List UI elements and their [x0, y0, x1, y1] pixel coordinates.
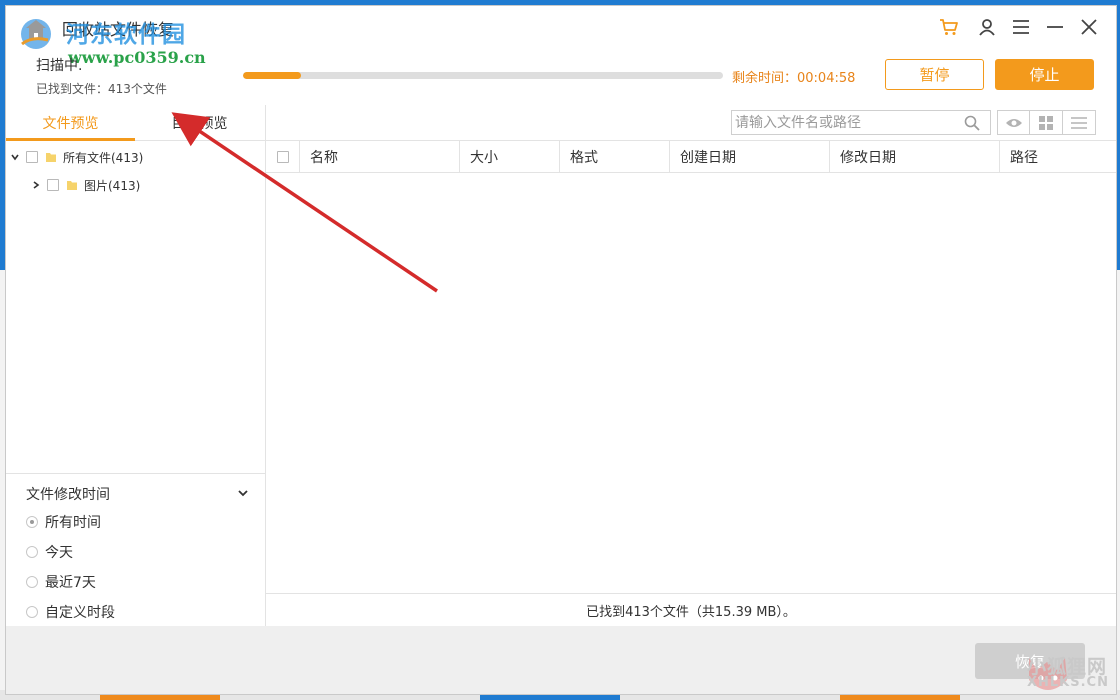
watermark-url: www.pc0359.cn: [68, 48, 206, 67]
scan-status: 扫描中.: [36, 55, 82, 75]
column-path[interactable]: 路径: [1000, 141, 1116, 172]
toolbar: [266, 105, 1116, 140]
filter-option-all-time[interactable]: 所有时间: [26, 512, 101, 532]
app-logo-icon: [18, 14, 58, 50]
modified-time-filter: 文件修改时间 所有时间 今天 最近7天 自定义时段: [6, 473, 265, 627]
search-input[interactable]: [735, 113, 955, 132]
app-window: 回收站文件恢复 河东软件园 www.pc0359.cn 扫描中. 已找到文件：4…: [5, 5, 1117, 695]
tree-item-label: 所有文件(413): [63, 149, 143, 166]
chevron-right-icon[interactable]: [31, 180, 41, 190]
column-modified-date[interactable]: 修改日期: [830, 141, 1000, 172]
remaining-time: 剩余时间：00:04:58: [732, 67, 855, 86]
watermark-brand-url: XHLKS.CN: [1027, 675, 1109, 690]
scan-progress-bar: [243, 72, 723, 79]
scan-progress-fill: [243, 72, 301, 79]
chevron-down-icon[interactable]: [10, 152, 20, 162]
view-mode-group: [997, 110, 1096, 135]
column-name[interactable]: 名称: [300, 141, 460, 172]
radio-button[interactable]: [26, 516, 38, 528]
tree-checkbox[interactable]: [26, 151, 38, 163]
radio-button[interactable]: [26, 576, 38, 588]
folder-icon: [66, 179, 78, 191]
grid-view-icon[interactable]: [1030, 111, 1062, 134]
tree-item-label: 图片(413): [84, 177, 140, 194]
pause-button[interactable]: 暂停: [885, 59, 984, 90]
filter-option-custom-range[interactable]: 自定义时段: [26, 602, 115, 622]
tree-item-all-files[interactable]: 所有文件(413): [10, 146, 143, 168]
menu-icon[interactable]: [1008, 14, 1034, 40]
right-panel: 名称 大小 格式 创建日期 修改日期 路径 已找到413个文件（共15.39 M…: [266, 105, 1116, 626]
scan-found-count: 已找到文件：413个文件: [36, 80, 167, 97]
header: 回收站文件恢复 河东软件园 www.pc0359.cn 扫描中. 已找到文件：4…: [6, 6, 1116, 106]
filter-option-today[interactable]: 今天: [26, 542, 73, 562]
folder-icon: [45, 151, 57, 163]
search-icon[interactable]: [964, 115, 980, 131]
status-bar: 已找到413个文件（共15.39 MB）。: [266, 593, 1116, 627]
filter-option-label: 所有时间: [45, 512, 101, 532]
cart-icon[interactable]: [936, 14, 962, 40]
chevron-down-icon[interactable]: [238, 486, 248, 501]
watermark-site-name: 河东软件园: [66, 15, 186, 49]
tree-item-images[interactable]: 图片(413): [31, 174, 140, 196]
preview-eye-icon[interactable]: [998, 111, 1030, 134]
left-panel: 文件预览 目录预览 所有文件(413) 图片(413) 文件修改时间: [6, 105, 266, 626]
column-created-date[interactable]: 创建日期: [670, 141, 830, 172]
column-size[interactable]: 大小: [460, 141, 560, 172]
filter-option-label: 自定义时段: [45, 602, 115, 622]
file-table-header: 名称 大小 格式 创建日期 修改日期 路径: [266, 140, 1116, 173]
radio-button[interactable]: [26, 606, 38, 618]
tab-file-preview[interactable]: 文件预览: [6, 105, 135, 140]
radio-button[interactable]: [26, 546, 38, 558]
select-all-checkbox-cell[interactable]: [266, 141, 300, 172]
user-icon[interactable]: [974, 14, 1000, 40]
close-icon[interactable]: [1076, 14, 1102, 40]
minimize-icon[interactable]: [1042, 14, 1068, 40]
filter-option-last-7-days[interactable]: 最近7天: [26, 572, 96, 592]
column-format[interactable]: 格式: [560, 141, 670, 172]
footer: 恢复: [6, 626, 1116, 694]
search-box[interactable]: [731, 110, 991, 135]
tab-directory-preview[interactable]: 目录预览: [135, 105, 264, 140]
filter-option-label: 今天: [45, 542, 73, 562]
filter-option-label: 最近7天: [45, 572, 96, 592]
select-all-checkbox[interactable]: [277, 151, 289, 163]
preview-tabs: 文件预览 目录预览: [6, 105, 265, 141]
stop-button[interactable]: 停止: [995, 59, 1094, 90]
tree-checkbox[interactable]: [47, 179, 59, 191]
filter-title: 文件修改时间: [26, 484, 110, 504]
list-view-icon[interactable]: [1063, 111, 1095, 134]
